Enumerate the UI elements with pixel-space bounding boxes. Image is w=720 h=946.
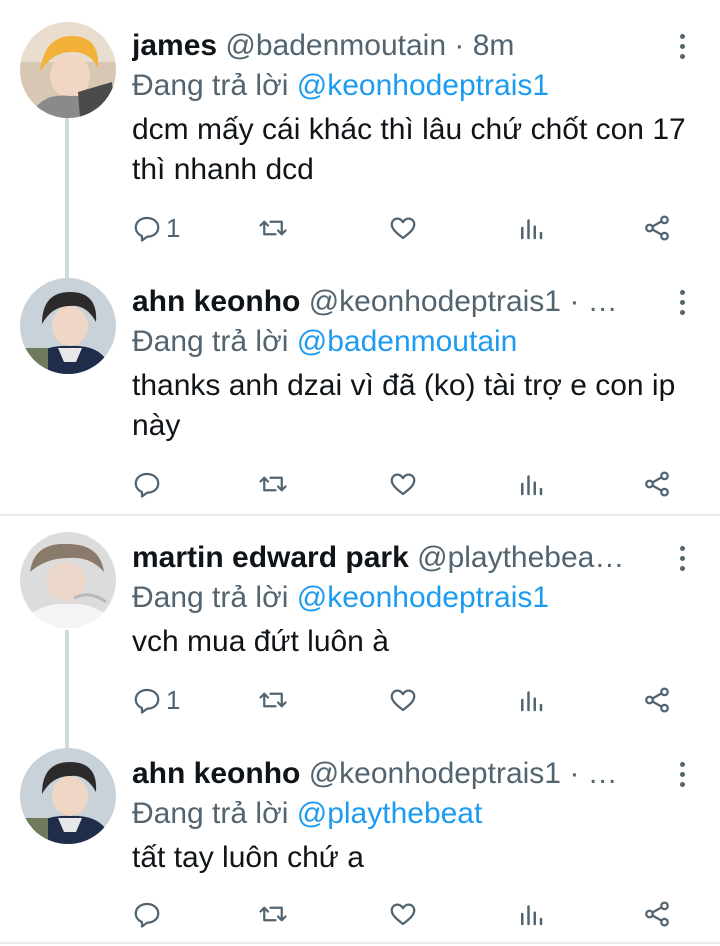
- retweet-icon: [259, 476, 287, 492]
- bottom-divider: [0, 942, 720, 944]
- reply-icon: [134, 688, 160, 714]
- replying-to: Đang trả lời @playthebeat: [132, 794, 482, 834]
- like-button[interactable]: [388, 464, 418, 504]
- more-icon[interactable]: [664, 28, 700, 64]
- like-icon: [390, 217, 416, 240]
- action-bar: 1: [132, 680, 692, 720]
- like-button[interactable]: [388, 208, 418, 248]
- retweet-button[interactable]: [258, 464, 288, 504]
- reply-count: 1: [166, 212, 181, 243]
- avatar-image: [20, 278, 116, 374]
- tweet[interactable]: martin edward park @playthebea… Đang trả…: [0, 512, 720, 728]
- like-icon: [390, 473, 416, 496]
- share-icon: [645, 901, 669, 927]
- like-icon: [390, 903, 416, 926]
- views-icon: [521, 219, 543, 240]
- retweet-button[interactable]: [258, 894, 288, 934]
- views-button[interactable]: [516, 464, 546, 504]
- share-button[interactable]: [642, 680, 672, 720]
- avatar[interactable]: [20, 748, 116, 844]
- share-button[interactable]: [642, 464, 672, 504]
- mention-link[interactable]: @badenmoutain: [297, 325, 518, 358]
- retweet-button[interactable]: [258, 208, 288, 248]
- retweet-icon: [259, 220, 287, 236]
- more-icon[interactable]: [664, 756, 700, 792]
- replying-to: Đang trả lời @keonhodeptrais1: [132, 66, 549, 106]
- share-icon: [645, 471, 669, 497]
- more-icon[interactable]: [664, 540, 700, 576]
- avatar[interactable]: [20, 22, 116, 118]
- views-icon: [521, 475, 543, 496]
- replying-label: Đang trả lời: [132, 581, 297, 614]
- tweet-header: ahn keonho @keonhodeptrais1 · …: [132, 282, 652, 322]
- action-bar: 1: [132, 208, 692, 248]
- like-button[interactable]: [388, 680, 418, 720]
- tweet-header: martin edward park @playthebea…: [132, 538, 652, 578]
- avatar-image: [20, 748, 116, 844]
- views-icon: [521, 691, 543, 712]
- replying-label: Đang trả lời: [132, 797, 297, 830]
- reply-button[interactable]: [132, 894, 166, 934]
- reply-icon: [134, 472, 160, 498]
- tweet[interactable]: ahn keonho @keonhodeptrais1 · … Đang trả…: [0, 728, 720, 946]
- display-name[interactable]: james: [132, 29, 217, 62]
- handle-and-time[interactable]: @playthebea…: [417, 541, 624, 574]
- views-button[interactable]: [516, 208, 546, 248]
- share-icon: [645, 687, 669, 713]
- display-name[interactable]: martin edward park: [132, 541, 409, 574]
- avatar[interactable]: [20, 278, 116, 374]
- like-button[interactable]: [388, 894, 418, 934]
- views-icon: [521, 905, 543, 926]
- replying-to: Đang trả lời @badenmoutain: [132, 322, 517, 362]
- retweet-button[interactable]: [258, 680, 288, 720]
- replying-label: Đang trả lời: [132, 69, 297, 102]
- retweet-icon: [259, 692, 287, 708]
- tweet[interactable]: james @badenmoutain · 8m Đang trả lời @k…: [0, 0, 720, 256]
- avatar-image: [20, 22, 116, 118]
- share-icon: [645, 215, 669, 241]
- retweet-icon: [259, 906, 287, 922]
- replying-label: Đang trả lời: [132, 325, 297, 358]
- reply-button[interactable]: 1: [132, 208, 180, 248]
- mention-link[interactable]: @keonhodeptrais1: [297, 69, 549, 102]
- mention-link[interactable]: @playthebeat: [297, 797, 483, 830]
- tweet-text: tất tay luôn chứ a: [132, 841, 364, 874]
- handle-and-time[interactable]: @badenmoutain · 8m: [225, 29, 514, 62]
- tweet[interactable]: ahn keonho @keonhodeptrais1 · … Đang trả…: [0, 256, 720, 512]
- display-name[interactable]: ahn keonho: [132, 757, 300, 790]
- handle-and-time[interactable]: @keonhodeptrais1 · …: [309, 285, 618, 318]
- like-icon: [390, 689, 416, 712]
- handle-and-time[interactable]: @keonhodeptrais1 · …: [309, 757, 618, 790]
- action-bar: [132, 464, 692, 504]
- reply-button[interactable]: 1: [132, 680, 180, 720]
- reply-icon: [134, 902, 160, 928]
- tweet-text: thanks anh dzai vì đã (ko) tài trợ e con…: [132, 369, 676, 442]
- reply-icon: [134, 216, 160, 242]
- tweet-text: vch mua đứt luôn à: [132, 625, 389, 658]
- share-button[interactable]: [642, 894, 672, 934]
- share-button[interactable]: [642, 208, 672, 248]
- reply-count: 1: [166, 684, 181, 715]
- display-name[interactable]: ahn keonho: [132, 285, 300, 318]
- action-bar: [132, 894, 692, 934]
- mention-link[interactable]: @keonhodeptrais1: [297, 581, 549, 614]
- views-button[interactable]: [516, 680, 546, 720]
- more-icon[interactable]: [664, 284, 700, 320]
- reply-button[interactable]: [132, 464, 166, 504]
- replying-to: Đang trả lời @keonhodeptrais1: [132, 578, 549, 618]
- tweet-header: james @badenmoutain · 8m: [132, 26, 652, 66]
- tweet-header: ahn keonho @keonhodeptrais1 · …: [132, 754, 652, 794]
- tweet-text: dcm mấy cái khác thì lâu chứ chốt con 17…: [132, 113, 686, 186]
- avatar[interactable]: [20, 532, 116, 628]
- views-button[interactable]: [516, 894, 546, 934]
- avatar-image: [20, 532, 116, 628]
